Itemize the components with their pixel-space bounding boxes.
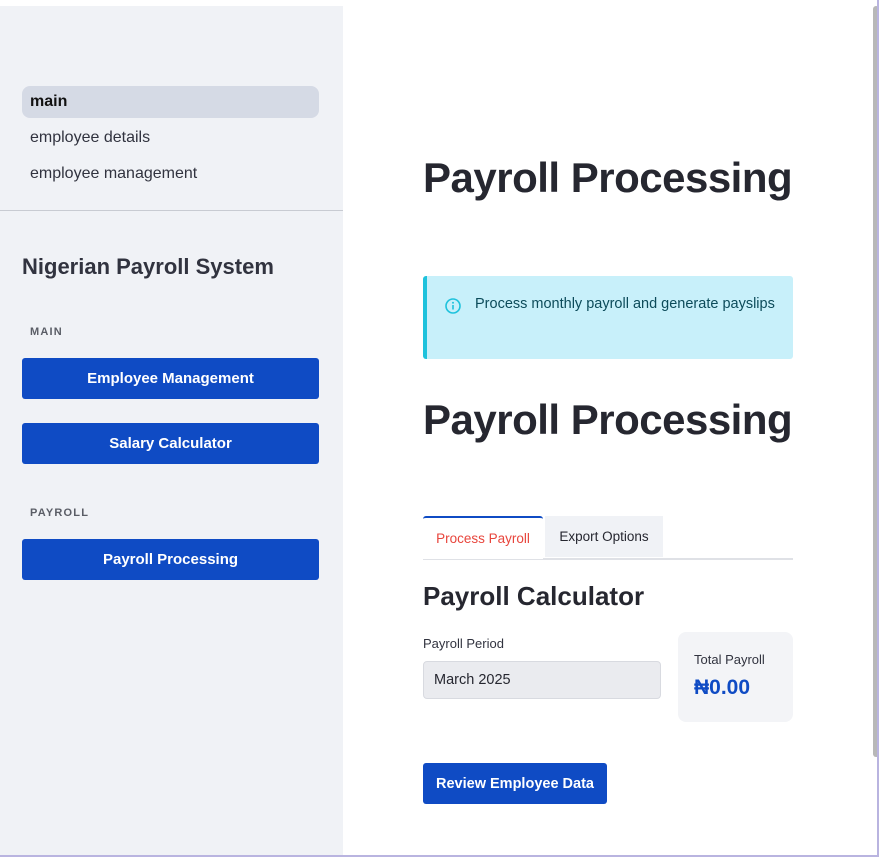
tab-process-payroll[interactable]: Process Payroll — [423, 516, 543, 559]
total-payroll-value: ₦0.00 — [694, 676, 751, 699]
tab-export-options[interactable]: Export Options — [545, 516, 663, 557]
sidebar-divider — [0, 210, 343, 211]
info-alert-text: Process monthly payroll and generate pay… — [475, 296, 775, 312]
app-window: main employee details employee managemen… — [0, 0, 879, 857]
total-payroll-label: Total Payroll — [694, 652, 765, 667]
section-label-main: MAIN — [30, 326, 63, 338]
payroll-calculator-heading: Payroll Calculator — [423, 581, 645, 611]
info-icon — [445, 298, 461, 314]
nav-item-employee-details[interactable]: employee details — [22, 122, 319, 154]
salary-calculator-button[interactable]: Salary Calculator — [22, 423, 319, 464]
review-employee-data-button[interactable]: Review Employee Data — [423, 763, 607, 804]
total-payroll-metric: Total Payroll ₦0.00 — [678, 632, 793, 722]
section-label-payroll: PAYROLL — [30, 507, 90, 519]
payroll-processing-button[interactable]: Payroll Processing — [22, 539, 319, 580]
payroll-period-label: Payroll Period — [423, 636, 504, 651]
employee-management-button[interactable]: Employee Management — [22, 358, 319, 399]
nav-item-employee-management[interactable]: employee management — [22, 158, 319, 190]
page-title: Payroll Processing — [423, 154, 793, 201]
scrollbar[interactable] — [873, 6, 877, 757]
main-content: Payroll Processing Process monthly payro… — [343, 6, 873, 855]
payroll-period-input[interactable]: March 2025 — [423, 661, 661, 699]
nav-item-main[interactable]: main — [22, 86, 319, 118]
tab-bar: Process Payroll Export Options — [423, 516, 793, 560]
info-alert: Process monthly payroll and generate pay… — [423, 276, 793, 359]
sidebar: main employee details employee managemen… — [0, 6, 343, 855]
system-title: Nigerian Payroll System — [22, 254, 274, 279]
section-heading: Payroll Processing — [423, 396, 793, 443]
